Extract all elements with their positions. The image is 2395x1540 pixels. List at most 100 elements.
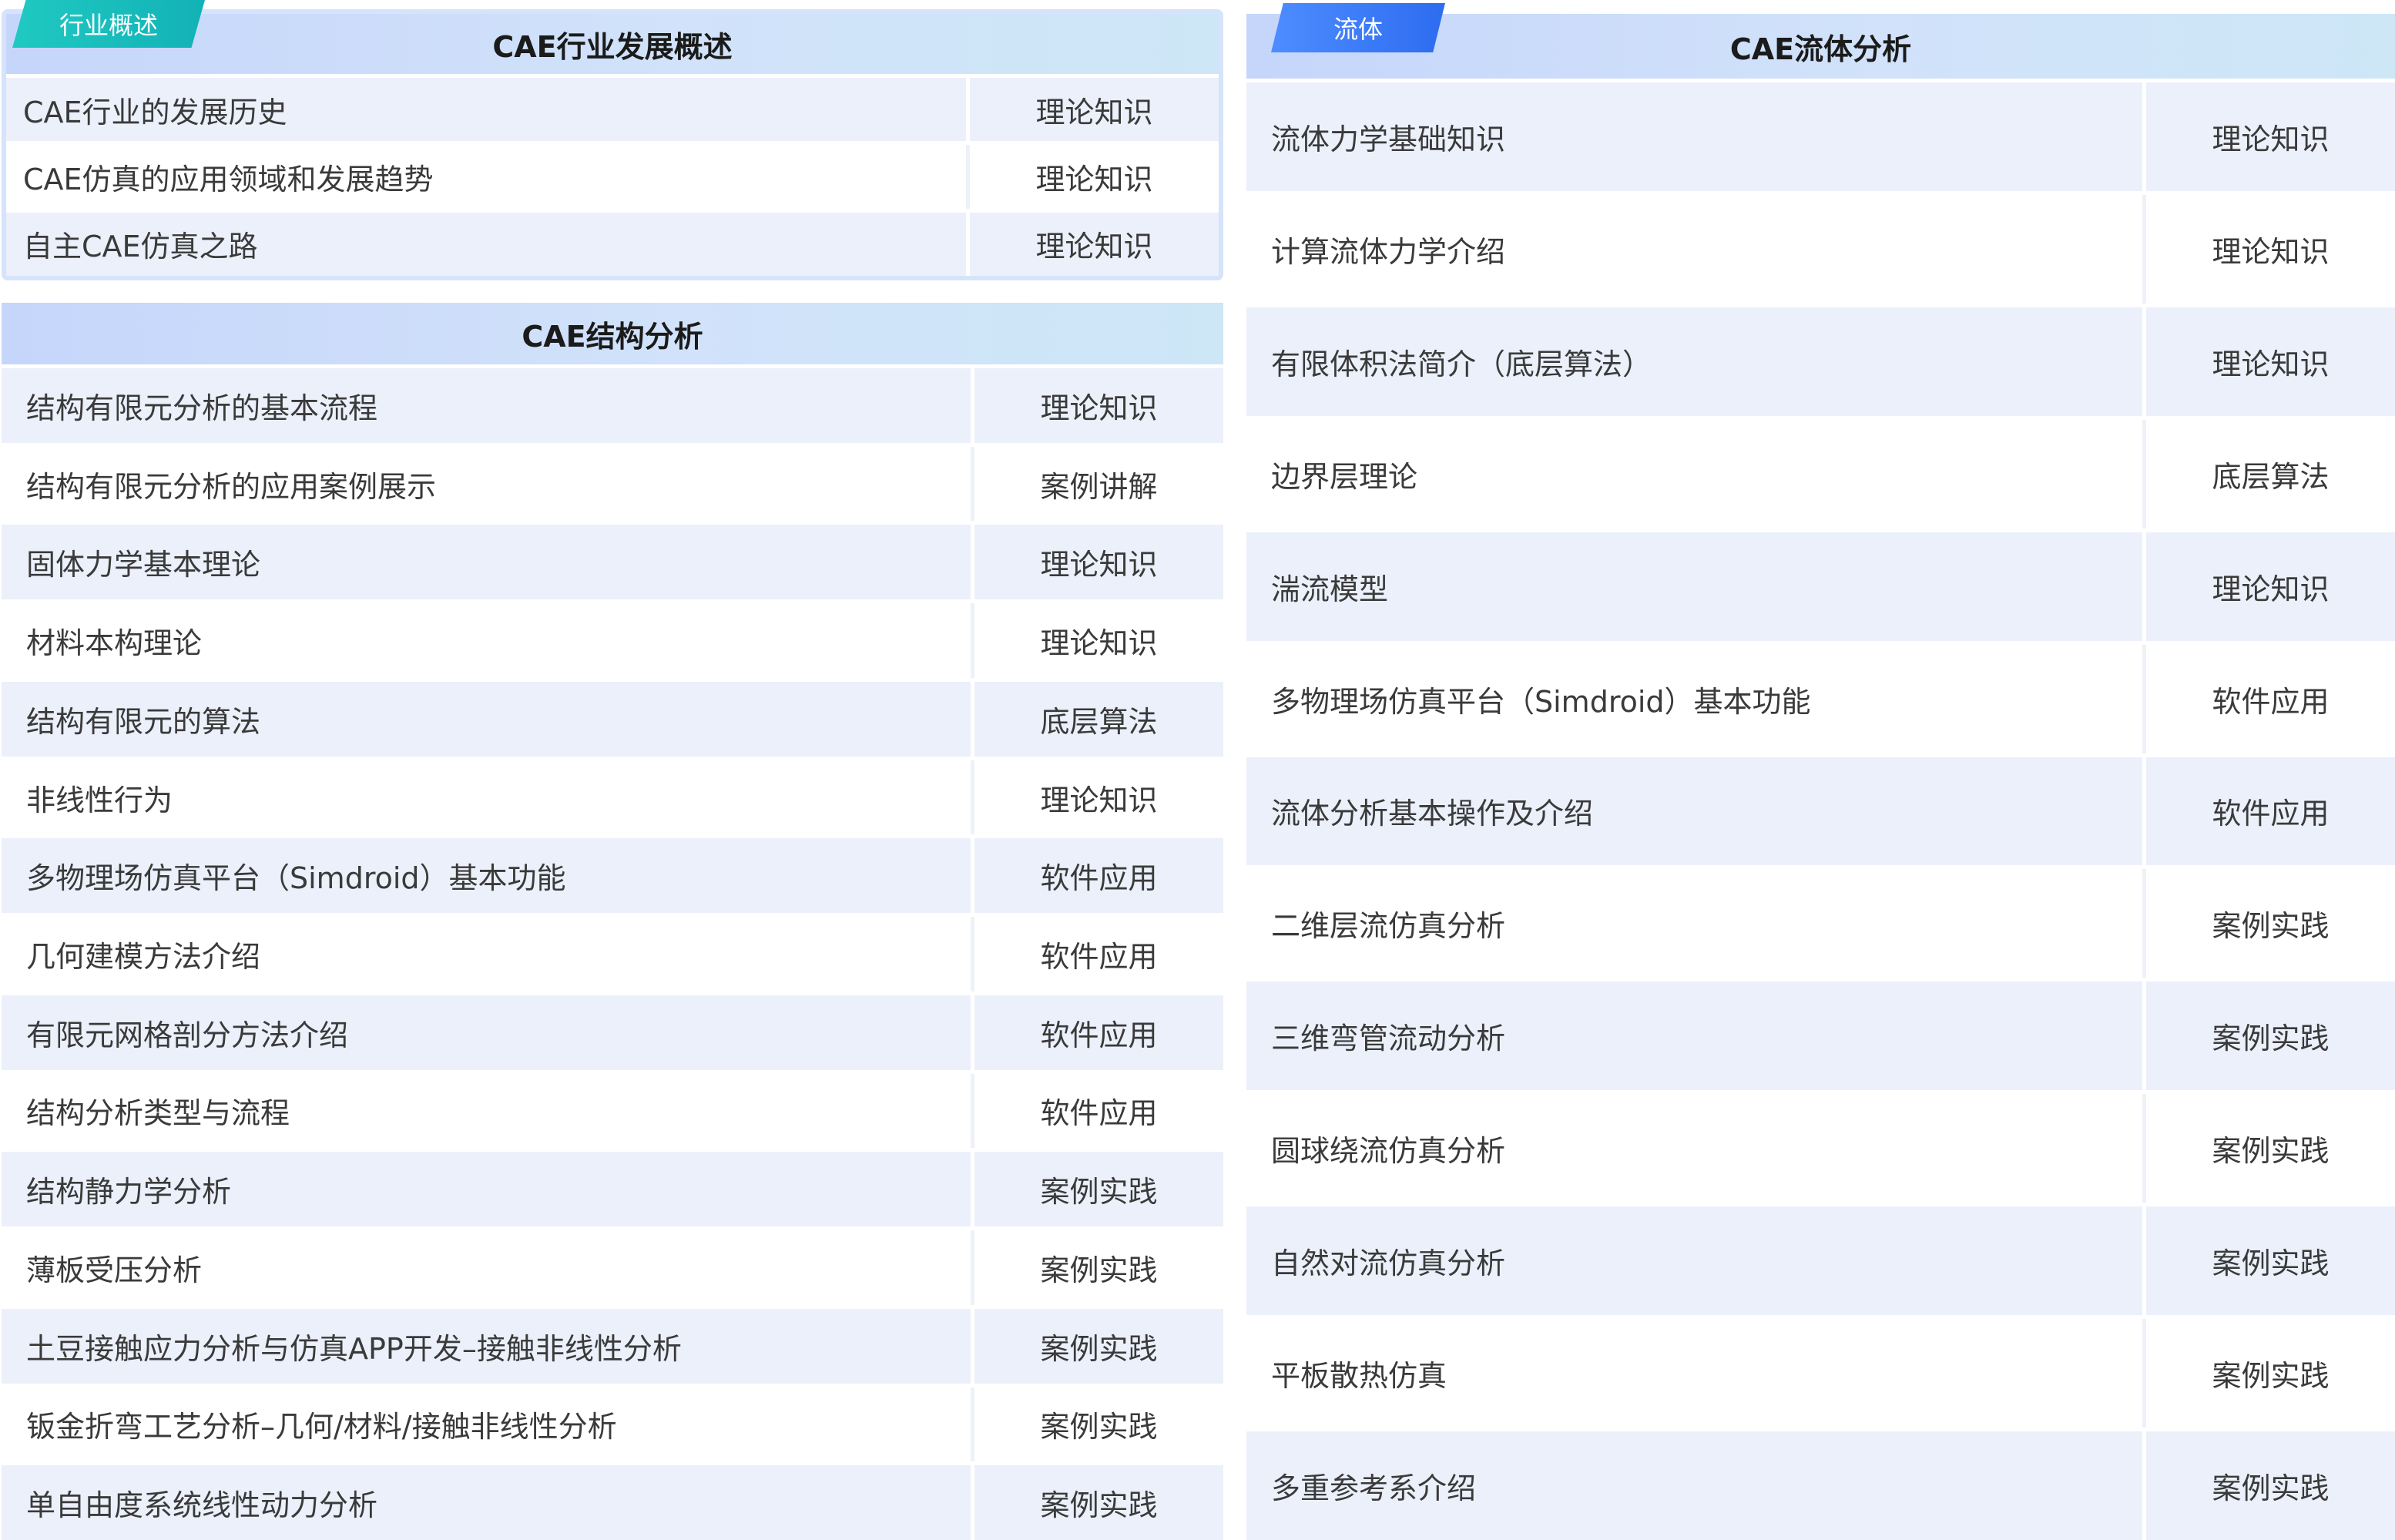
fluid-analysis-panel: CAE流体分析 流体力学基础知识 理论知识 计算流体力学介绍 理论知识 有限体积法简介（…: [1246, 14, 2395, 1540]
table-row: 自然对流仿真分析 案例实践: [1246, 1203, 2395, 1316]
category-tag-label: 流体: [1333, 15, 1383, 44]
industry-overview-panel: CAE行业发展概述 CAE行业的发展历史 理论知识 CAE仿真的应用领域和发展趋势理…: [2, 9, 1223, 280]
table-row: 多重参考系介绍 案例实践: [1246, 1428, 2395, 1540]
table-row: 土豆接触应力分析与仿真APP开发–接触非线性分析 案例实践: [2, 1304, 1223, 1384]
course-name: 自主CAE仿真之路: [6, 212, 970, 276]
table-row: 钣金折弯工艺分析–几何/材料/接触非线性分析 案例实践: [2, 1383, 1223, 1462]
course-type: 软件应用: [1040, 1018, 1158, 1052]
table-row: 边界层理论 底层算法: [1246, 415, 2395, 528]
course-type: 理论知识: [2212, 572, 2330, 606]
course-name: 单自由度系统线性动力分析: [2, 1465, 974, 1540]
course-name: 有限元网格剖分方法介绍: [2, 995, 974, 1070]
course-type: 理论知识: [2212, 347, 2330, 381]
course-type: 案例讲解: [1040, 469, 1158, 504]
course-type: 案例实践: [2212, 1471, 2330, 1506]
course-type: 底层算法: [2212, 459, 2330, 494]
course-type: 理论知识: [1040, 626, 1158, 661]
table-row: 非线性行为 理论知识: [2, 756, 1223, 835]
category-tag: 行业概述: [12, 0, 205, 48]
course-name: 三维弯管流动分析: [1246, 981, 2146, 1091]
category-tag-label: 行业概述: [59, 11, 158, 40]
course-name: 多物理场仿真平台（Simdroid）基本功能: [2, 838, 974, 914]
course-type: 软件应用: [1040, 940, 1158, 974]
table-row: 流体力学基础知识 理论知识: [1246, 79, 2395, 191]
course-name: 结构有限元分析的基本流程: [2, 368, 974, 443]
category-tag: 流体: [1271, 3, 1445, 52]
table-row: 圆球绕流仿真分析 案例实践: [1246, 1090, 2395, 1203]
course-name: 结构静力学分析: [2, 1152, 974, 1227]
table-row: 结构有限元分析的应用案例展示 案例讲解: [2, 442, 1223, 522]
table-row: 流体分析基本操作及介绍 软件应用: [1246, 753, 2395, 866]
course-name: 几何建模方法介绍: [2, 917, 974, 991]
table-row: 单自由度系统线性动力分析 案例实践: [2, 1461, 1223, 1540]
panel-header: CAE结构分析: [2, 303, 1223, 364]
course-type: 案例实践: [2212, 1134, 2330, 1169]
panel-title: CAE行业发展概述: [492, 29, 733, 64]
table-row: 三维弯管流动分析 案例实践: [1246, 978, 2395, 1091]
structure-analysis-panel: CAE结构分析 结构有限元分析的基本流程 理论知识 结构有限元分析的应用案例展示 案例…: [2, 303, 1223, 1540]
course-list: 结构有限元分析的基本流程 理论知识 结构有限元分析的应用案例展示 案例讲解 固体力学基本…: [2, 364, 1223, 1540]
table-row: 湍流模型 理论知识: [1246, 528, 2395, 641]
course-name: CAE行业的发展历史: [6, 78, 970, 142]
course-type: 理论知识: [1040, 783, 1158, 817]
course-list: 流体力学基础知识 理论知识 计算流体力学介绍 理论知识 有限体积法简介（底层算法） 理论知…: [1246, 79, 2395, 1540]
course-name: 圆球绕流仿真分析: [1246, 1094, 2146, 1203]
course-name: 有限体积法简介（底层算法）: [1246, 307, 2146, 416]
course-type: 案例实践: [1040, 1253, 1158, 1287]
table-row: 有限元网格剖分方法介绍 软件应用: [2, 991, 1223, 1070]
table-row: 计算流体力学介绍 理论知识: [1246, 190, 2395, 304]
table-row: 二维层流仿真分析 案例实践: [1246, 865, 2395, 978]
course-name: 结构分析类型与流程: [2, 1073, 974, 1149]
course-type: 案例实践: [1040, 1331, 1158, 1366]
course-name: 自然对流仿真分析: [1246, 1206, 2146, 1316]
course-type: 软件应用: [2212, 684, 2330, 719]
table-row: 结构有限元分析的基本流程 理论知识: [2, 364, 1223, 443]
course-name: 非线性行为: [2, 760, 974, 835]
course-type: 案例实践: [2212, 1246, 2330, 1281]
course-name: 边界层理论: [1246, 419, 2146, 528]
course-name: 固体力学基本理论: [2, 525, 974, 600]
course-name: 平板散热仿真: [1246, 1319, 2146, 1428]
course-name: 钣金折弯工艺分析–几何/材料/接触非线性分析: [2, 1387, 974, 1462]
table-row: 自主CAE仿真之路 理论知识: [6, 208, 1219, 276]
course-type: 理论知识: [1035, 162, 1153, 196]
course-type: 案例实践: [2212, 1022, 2330, 1056]
table-row: 薄板受压分析 案例实践: [2, 1226, 1223, 1305]
table-row: 结构分析类型与流程 软件应用: [2, 1069, 1223, 1149]
course-type: 软件应用: [1040, 1096, 1158, 1131]
course-type: 案例实践: [2212, 1359, 2330, 1394]
table-row: 固体力学基本理论 理论知识: [2, 521, 1223, 600]
course-name: 材料本构理论: [2, 603, 974, 678]
course-type: 案例实践: [1040, 1175, 1158, 1210]
table-row: 有限体积法简介（底层算法） 理论知识: [1246, 303, 2395, 416]
course-list: CAE行业的发展历史 理论知识 CAE仿真的应用领域和发展趋势 理论知识 自主CAE仿真…: [6, 74, 1219, 276]
table-row: 多物理场仿真平台（Simdroid）基本功能 软件应用: [1246, 640, 2395, 753]
panel-title: CAE流体分析: [1729, 32, 1912, 66]
course-type: 案例实践: [2212, 909, 2330, 944]
course-name: 结构有限元分析的应用案例展示: [2, 446, 974, 522]
course-type: 软件应用: [1040, 861, 1158, 896]
course-type: 案例实践: [1040, 1410, 1158, 1444]
course-name: CAE仿真的应用领域和发展趋势: [6, 145, 970, 209]
table-row: CAE行业的发展历史 理论知识: [6, 74, 1219, 142]
table-row: 几何建模方法介绍 软件应用: [2, 913, 1223, 991]
table-row: 结构有限元的算法 底层算法: [2, 677, 1223, 757]
course-name: 薄板受压分析: [2, 1230, 974, 1305]
course-type: 理论知识: [2212, 234, 2330, 269]
course-type: 理论知识: [1035, 95, 1153, 129]
course-type: 理论知识: [2212, 122, 2330, 156]
course-name: 计算流体力学介绍: [1246, 194, 2146, 304]
course-type: 理论知识: [1040, 548, 1158, 582]
course-type: 案例实践: [1040, 1488, 1158, 1523]
table-row: 材料本构理论 理论知识: [2, 599, 1223, 678]
table-row: 多物理场仿真平台（Simdroid）基本功能 软件应用: [2, 834, 1223, 914]
panel-title: CAE结构分析: [522, 319, 703, 354]
course-type: 理论知识: [1040, 391, 1158, 425]
course-name: 流体分析基本操作及介绍: [1246, 757, 2146, 866]
course-name: 湍流模型: [1246, 532, 2146, 641]
course-type: 理论知识: [1035, 230, 1153, 264]
course-type: 软件应用: [2212, 797, 2330, 831]
table-row: 平板散热仿真 案例实践: [1246, 1315, 2395, 1428]
table-row: CAE仿真的应用领域和发展趋势 理论知识: [6, 141, 1219, 209]
course-name: 多重参考系介绍: [1246, 1431, 2146, 1540]
